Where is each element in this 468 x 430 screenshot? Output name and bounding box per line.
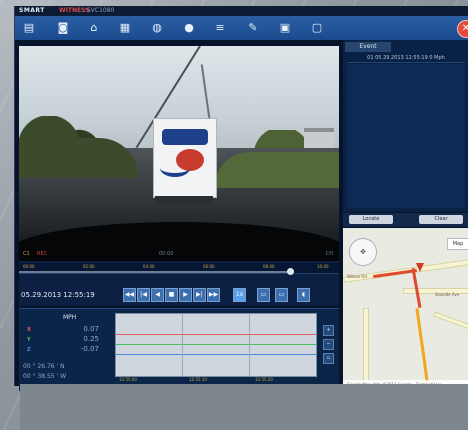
- folder-icon[interactable]: ▦: [117, 20, 133, 36]
- record-icon[interactable]: ●: [181, 20, 197, 36]
- fast-forward-button[interactable]: ▶▶: [207, 288, 220, 302]
- tab-event[interactable]: Event: [345, 42, 391, 52]
- y-axis-value: 0.25: [83, 335, 99, 343]
- truck-logo-band: [162, 129, 208, 145]
- video-truck: [153, 118, 217, 198]
- chat-icon[interactable]: ▢: [309, 20, 325, 36]
- graph-gridline: [249, 314, 250, 376]
- network-icon[interactable]: ⌂: [86, 20, 102, 36]
- bottom-shadow-panel: [20, 384, 468, 430]
- stop-button[interactable]: ■: [165, 288, 178, 302]
- graph-zoom-in-button[interactable]: +: [323, 325, 334, 336]
- x-axis-line: [116, 334, 316, 335]
- rewind-button[interactable]: ◀◀: [123, 288, 136, 302]
- map-street-label: Wilson Rd: [347, 274, 367, 279]
- title-bar: SMART WITNESS SVC1080: [15, 6, 468, 16]
- volume-button[interactable]: ◖: [297, 288, 310, 302]
- graph-zoom-out-button[interactable]: −: [323, 339, 334, 350]
- map-button-bar: Locate Clear: [343, 213, 468, 227]
- timeline-tick: 02:00: [83, 264, 95, 269]
- graph-tick: 12:55:20: [255, 377, 273, 382]
- app-brand: SMART: [19, 7, 45, 14]
- longitude-readout: 00 ° 38.55 ' W: [23, 373, 67, 380]
- graph-gridline: [182, 314, 183, 376]
- timeline-progress: [19, 271, 289, 273]
- gsensor-graph[interactable]: [115, 313, 317, 377]
- wrench-icon[interactable]: ✎: [245, 20, 261, 36]
- hud-rec: REC: [37, 251, 48, 257]
- event-list[interactable]: [347, 64, 465, 208]
- timeline-tick: 06:00: [203, 264, 215, 269]
- list-icon[interactable]: ≡: [212, 20, 228, 36]
- video-viewport[interactable]: C1 REC 00:00 CH: [19, 46, 339, 261]
- timeline-tick: 04:00: [143, 264, 155, 269]
- locate-button[interactable]: Locate: [349, 215, 393, 224]
- graph-tick: 12:55:00: [119, 377, 137, 382]
- timeline-tick: 00:00: [23, 264, 35, 269]
- y-axis-marker: Y: [27, 337, 31, 343]
- hud-right: CH: [325, 251, 333, 257]
- x-axis-value: 0.07: [83, 325, 99, 333]
- gsensor-panel: MPH X 0.07 Y 0.25 Z -0.07 00 ° 26.76 ' N…: [19, 308, 339, 391]
- video-grass-right: [214, 152, 339, 188]
- video-truck-bumper: [155, 196, 213, 204]
- toolbar: ▤ ◙ ⌂ ▦ ◍ ● ≡ ✎ ▣ ▢ ✕: [15, 16, 468, 40]
- app-brand-accent: WITNESS: [59, 7, 90, 14]
- info-icon[interactable]: ◍: [149, 20, 165, 36]
- hud-time: 00:00: [159, 251, 174, 257]
- timeline[interactable]: 00:00 02:00 04:00 06:00 08:00 10:00: [19, 263, 339, 275]
- map-road: [433, 311, 468, 330]
- graph-tick: 12:55:10: [189, 377, 207, 382]
- fullscreen-button[interactable]: ▭: [275, 288, 288, 302]
- map-pan-control[interactable]: ✥: [349, 238, 377, 266]
- close-icon[interactable]: ✕: [457, 20, 468, 38]
- screenshot-button[interactable]: ▭: [257, 288, 270, 302]
- z-axis-line: [116, 354, 316, 355]
- map-type-button[interactable]: Map: [447, 238, 468, 250]
- video-hud: C1 REC 00:00 CH: [19, 247, 339, 261]
- map-route-segment: [415, 308, 430, 388]
- latitude-readout: 00 ° 26.76 ' N: [23, 363, 65, 370]
- truck-logo-script: [160, 159, 190, 177]
- app-version: SVC1080: [87, 7, 115, 14]
- hud-channel: C1: [23, 251, 30, 257]
- z-axis-marker: Z: [27, 347, 31, 353]
- graph-settings-button[interactable]: ▫: [323, 353, 334, 364]
- map-road: [363, 308, 369, 390]
- timeline-tick: 08:00: [263, 264, 275, 269]
- prev-button[interactable]: |◀: [137, 288, 150, 302]
- document-icon[interactable]: ▣: [277, 20, 293, 36]
- z-axis-value: -0.07: [80, 345, 99, 353]
- step-back-button[interactable]: ◀: [151, 288, 164, 302]
- y-axis-line: [116, 344, 316, 345]
- dashcam-player-window: SMART WITNESS SVC1080 ▤ ◙ ⌂ ▦ ◍ ● ≡ ✎ ▣ …: [14, 6, 468, 391]
- playback-datetime: 05.29.2013 12:55:19: [21, 291, 95, 299]
- map-street-label: Seaside Ave: [435, 292, 460, 297]
- map-pin-icon: [416, 263, 424, 272]
- speed-unit: MPH: [63, 314, 77, 321]
- clear-button[interactable]: Clear: [419, 215, 463, 224]
- event-row[interactable]: 01 05.29.2013 12:55:19 0 Mph: [347, 54, 465, 63]
- playback-controls: 00:00 02:00 04:00 06:00 08:00 10:00 05.2…: [19, 261, 339, 306]
- timeline-scrubber[interactable]: [287, 268, 294, 275]
- timeline-tick: 10:00: [317, 264, 329, 269]
- event-panel: Event 01 05.29.2013 12:55:19 0 Mph: [343, 40, 468, 212]
- x-axis-marker: X: [27, 327, 31, 333]
- next-button[interactable]: ▶|: [193, 288, 206, 302]
- file-open-icon[interactable]: ▤: [21, 20, 37, 36]
- play-button[interactable]: ▶: [179, 288, 192, 302]
- video-grass-left: [19, 138, 139, 178]
- camera-icon[interactable]: ◙: [55, 20, 71, 36]
- map-view[interactable]: ✥ Map Wilson Rd Seaside Ave Google Map d…: [343, 228, 468, 390]
- speed-button[interactable]: 1x: [233, 288, 246, 302]
